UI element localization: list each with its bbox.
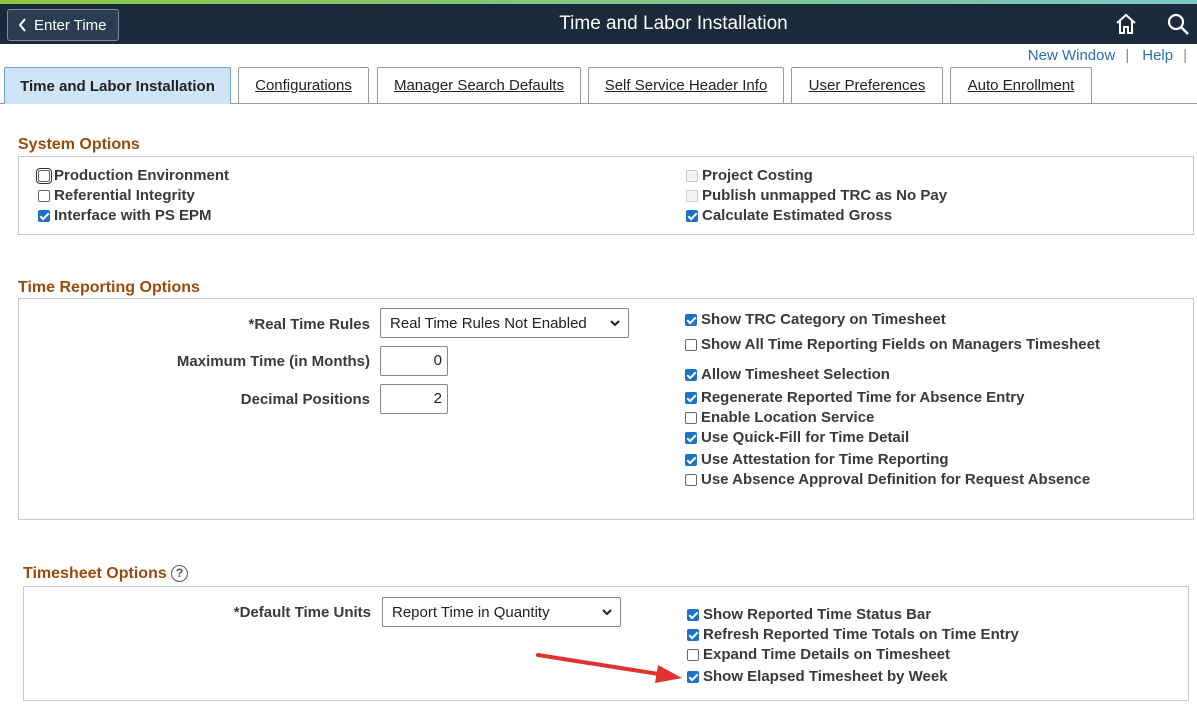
chevron-down-icon <box>602 609 612 616</box>
tab-configurations[interactable]: Configurations <box>238 67 369 103</box>
checkbox[interactable] <box>687 608 699 621</box>
help-link[interactable]: Help <box>1142 47 1173 64</box>
checkbox-publish-unmapped-trc: Publish unmapped TRC as No Pay <box>686 187 947 204</box>
checkbox-use-quick-fill[interactable]: Use Quick-Fill for Time Detail <box>685 429 909 446</box>
checkbox-referential-integrity[interactable]: Referential Integrity <box>38 187 195 204</box>
time-reporting-options-title: Time Reporting Options <box>18 279 200 296</box>
checkbox-project-costing: Project Costing <box>686 167 813 184</box>
checkbox-regenerate-reported-time[interactable]: Regenerate Reported Time for Absence Ent… <box>685 389 1024 406</box>
decimal-positions-label: Decimal Positions <box>240 391 370 408</box>
checkbox-show-trc-category[interactable]: Show TRC Category on Timesheet <box>685 311 946 328</box>
checkbox-production-environment[interactable]: Production Environment <box>36 167 229 184</box>
annotation-arrow-icon <box>536 653 682 683</box>
checkbox[interactable] <box>685 453 697 466</box>
checkbox[interactable] <box>685 411 697 424</box>
real-time-rules-label: *Real Time Rules <box>248 316 370 333</box>
banner: Enter Time Time and Labor Installation <box>0 4 1197 44</box>
checkbox[interactable] <box>687 670 699 683</box>
tab-user-preferences[interactable]: User Preferences <box>791 67 943 103</box>
new-window-link[interactable]: New Window <box>1028 47 1116 64</box>
tab-auto-enrollment[interactable]: Auto Enrollment <box>950 67 1092 103</box>
checkbox[interactable] <box>686 209 698 222</box>
checkbox-expand-time-details[interactable]: Expand Time Details on Timesheet <box>687 646 950 663</box>
checkbox-show-reported-time-status-bar[interactable]: Show Reported Time Status Bar <box>687 606 931 623</box>
checkbox-refresh-reported-time-totals[interactable]: Refresh Reported Time Totals on Time Ent… <box>687 626 1019 643</box>
checkbox-use-attestation[interactable]: Use Attestation for Time Reporting <box>685 451 949 468</box>
home-icon[interactable] <box>1114 12 1138 36</box>
system-options-title: System Options <box>18 136 140 153</box>
tab-manager-search-defaults[interactable]: Manager Search Defaults <box>377 67 581 103</box>
max-time-input[interactable]: 0 <box>380 346 448 376</box>
checkbox[interactable] <box>685 391 697 404</box>
real-time-rules-select[interactable]: Real Time Rules Not Enabled <box>380 308 629 338</box>
header-links: New Window | Help | <box>1028 47 1187 64</box>
timesheet-options-title: Timesheet Options <box>23 565 167 582</box>
checkbox-interface-with-ps-epm[interactable]: Interface with PS EPM <box>38 207 212 224</box>
default-time-units-label: *Default Time Units <box>233 604 371 621</box>
checkbox[interactable] <box>685 368 697 381</box>
checkbox <box>686 189 698 202</box>
checkbox[interactable] <box>687 648 699 661</box>
checkbox-enable-location-service[interactable]: Enable Location Service <box>685 409 874 426</box>
checkbox <box>686 169 698 182</box>
checkbox-calculate-estimated-gross[interactable]: Calculate Estimated Gross <box>686 207 892 224</box>
checkbox-show-all-time-reporting-fields[interactable]: Show All Time Reporting Fields on Manage… <box>685 336 1100 353</box>
page-title: Time and Labor Installation <box>559 13 788 34</box>
checkbox[interactable] <box>38 209 50 222</box>
default-time-units-select[interactable]: Report Time in Quantity <box>382 597 621 627</box>
checkbox[interactable] <box>685 338 697 351</box>
tab-self-service-header-info[interactable]: Self Service Header Info <box>588 67 784 103</box>
checkbox[interactable] <box>685 313 697 326</box>
search-icon[interactable] <box>1166 12 1190 36</box>
checkbox-show-elapsed-timesheet-by-week[interactable]: Show Elapsed Timesheet by Week <box>687 668 948 685</box>
max-time-label: Maximum Time (in Months) <box>176 353 370 370</box>
tab-bar: Time and Labor Installation Configuratio… <box>0 67 1197 104</box>
checkbox-use-absence-approval-definition[interactable]: Use Absence Approval Definition for Requ… <box>685 471 1090 488</box>
checkbox[interactable] <box>685 473 697 486</box>
decimal-positions-input[interactable]: 2 <box>380 384 448 414</box>
link-separator: | <box>1125 47 1130 64</box>
checkbox[interactable] <box>36 167 52 184</box>
checkbox[interactable] <box>38 189 50 202</box>
chevron-down-icon <box>610 320 620 327</box>
checkbox-allow-timesheet-selection[interactable]: Allow Timesheet Selection <box>685 366 890 383</box>
link-separator: | <box>1183 47 1187 64</box>
checkbox[interactable] <box>687 628 699 641</box>
help-icon[interactable]: ? <box>171 565 188 582</box>
tab-time-and-labor-installation[interactable]: Time and Labor Installation <box>4 67 231 104</box>
checkbox[interactable] <box>685 431 697 444</box>
